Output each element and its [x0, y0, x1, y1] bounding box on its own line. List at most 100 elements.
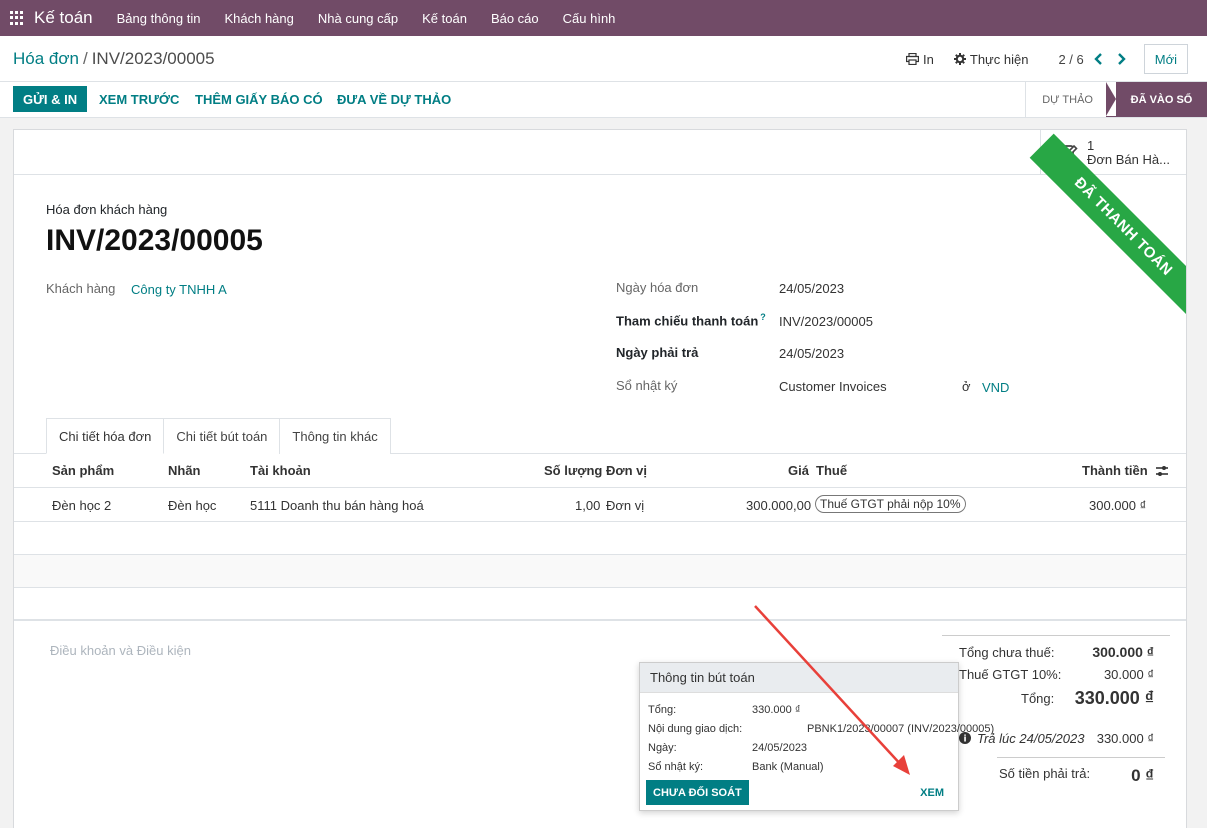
- cell-label: Đèn học: [168, 498, 217, 513]
- popover-date-label: Ngày:: [648, 742, 677, 754]
- pager-value[interactable]: 2 / 6: [1058, 52, 1083, 67]
- pager-next-icon[interactable]: [1114, 52, 1128, 66]
- print-button[interactable]: In: [906, 52, 934, 67]
- journal-field[interactable]: Customer Invoices: [779, 379, 887, 394]
- tab-journal-items[interactable]: Chi tiết bút toán: [163, 418, 281, 454]
- column-quantity[interactable]: Số lượng: [544, 463, 602, 478]
- button-box: 1 Đơn Bán Hà...: [14, 130, 1186, 175]
- popover-amount: 330.000 ₫: [752, 704, 801, 716]
- nav-reporting[interactable]: Báo cáo: [491, 11, 539, 26]
- breadcrumb: Hóa đơn / INV/2023/00005: [13, 49, 215, 69]
- customer-field[interactable]: Công ty TNHH A: [131, 282, 227, 297]
- svg-text:i: i: [963, 735, 966, 745]
- unreconcile-button[interactable]: Chưa đối soát: [646, 780, 749, 805]
- app-brand[interactable]: Kế toán: [34, 8, 93, 28]
- due-date-label: Ngày phải trả: [616, 345, 699, 360]
- apps-menu-icon[interactable]: [10, 11, 24, 25]
- empty-row: [14, 588, 1186, 621]
- empty-row: [14, 522, 1186, 555]
- column-label[interactable]: Nhãn: [168, 463, 201, 478]
- column-subtotal[interactable]: Thành tiền: [1082, 463, 1148, 478]
- cell-subtotal: 300.000 ₫: [1089, 498, 1147, 513]
- gear-icon: [953, 53, 966, 65]
- popover-journal-label: Sổ nhật ký:: [648, 761, 704, 773]
- cell-quantity: 1,00: [575, 498, 601, 513]
- popover-title: Thông tin bút toán: [640, 663, 958, 693]
- popover-journal: Bank (Manual): [752, 761, 824, 773]
- breadcrumb-separator: /: [82, 49, 88, 68]
- untaxed-amount: 300.000 ₫: [1092, 644, 1154, 660]
- document-type: Hóa đơn khách hàng: [46, 202, 168, 217]
- help-tooltip-icon[interactable]: ?: [760, 312, 766, 322]
- print-label: In: [923, 51, 934, 67]
- control-panel: Hóa đơn / INV/2023/00005 In Thực hiện 2 / …: [0, 36, 1207, 82]
- nav-accounting[interactable]: Kế toán: [422, 11, 467, 26]
- untaxed-label: Tổng chưa thuế:: [959, 645, 1055, 660]
- cell-product: Đèn học 2: [52, 498, 112, 513]
- amount-due-label: Số tiền phải trả:: [999, 766, 1091, 781]
- currency-field[interactable]: VND: [982, 380, 1009, 395]
- status-bar: Gửi & In Xem trước Thêm giấy báo có Đưa …: [0, 82, 1207, 118]
- terms-conditions-field[interactable]: Điều khoản và Điều kiện: [50, 643, 191, 658]
- amount-due: 0 ₫: [1131, 766, 1154, 785]
- table-row[interactable]: Đèn học 2 Đèn học 5111 Doanh thu bán hàn…: [14, 488, 1186, 522]
- stage-notch: [1106, 82, 1116, 116]
- tax-label: Thuế GTGT 10%:: [959, 667, 1062, 682]
- payment-reference-field[interactable]: INV/2023/00005: [779, 314, 873, 329]
- column-product[interactable]: Sản phẩm: [52, 463, 114, 478]
- journal-label: Sổ nhật ký: [616, 378, 678, 393]
- action-button[interactable]: Thực hiện: [953, 52, 1028, 67]
- breadcrumb-parent[interactable]: Hóa đơn: [13, 49, 79, 68]
- view-payment-link[interactable]: Xem: [920, 787, 944, 799]
- totals-divider: [997, 757, 1165, 758]
- notebook-tabs: Chi tiết hóa đơn Chi tiết bút toán Thông…: [46, 418, 391, 454]
- customer-label: Khách hàng: [46, 281, 116, 296]
- pager-previous-icon[interactable]: [1092, 52, 1106, 66]
- add-credit-note-button[interactable]: Thêm giấy báo có: [185, 86, 333, 112]
- payment-amount: 330.000 ₫: [1096, 731, 1154, 746]
- column-uom[interactable]: Đơn vị: [606, 463, 647, 478]
- column-account[interactable]: Tài khoản: [250, 463, 311, 478]
- currency-prefix: ở: [962, 379, 971, 394]
- form-sheet: 1 Đơn Bán Hà... Đã thanh toán Hóa đơn kh…: [13, 129, 1187, 828]
- popover-date: 24/05/2023: [752, 742, 808, 754]
- total-label: Tổng:: [1021, 691, 1055, 706]
- tax-amount: 30.000 ₫: [1103, 667, 1154, 682]
- cell-uom: Đơn vị: [606, 498, 645, 513]
- print-icon: [906, 53, 920, 65]
- payment-info-popover: Thông tin bút toán Tổng: 330.000 ₫ Nội d…: [639, 662, 994, 811]
- send-print-button[interactable]: Gửi & In: [13, 86, 88, 112]
- top-navbar: Kế toán Bảng thông tin Khách hàng Nhà cu…: [0, 0, 1207, 36]
- cell-account: 5111 Doanh thu bán hàng hoá: [250, 498, 424, 513]
- popover-amount-label: Tổng:: [648, 704, 677, 716]
- smart-button-label: Đơn Bán Hà...: [1087, 151, 1170, 167]
- total-amount: 330.000 ₫: [1074, 688, 1154, 708]
- tax-badge: Thuế GTGT phải nộp 10%: [815, 495, 966, 513]
- stage-posted[interactable]: Đã vào sổ: [1106, 82, 1207, 117]
- nav-configuration[interactable]: Cấu hình: [563, 11, 616, 26]
- payment-reference-label-text: Tham chiếu thanh toán: [616, 313, 759, 329]
- tab-other-info[interactable]: Thông tin khác: [279, 418, 391, 454]
- popover-memo-label: Nội dung giao dịch:: [648, 723, 743, 735]
- stage-posted-label: Đã vào sổ: [1130, 93, 1193, 106]
- column-taxes[interactable]: Thuế: [816, 463, 847, 478]
- due-date-field[interactable]: 24/05/2023: [779, 346, 844, 361]
- tab-invoice-lines[interactable]: Chi tiết hóa đơn: [46, 418, 165, 454]
- nav-dashboard[interactable]: Bảng thông tin: [117, 11, 201, 26]
- new-button[interactable]: Mới: [1143, 44, 1188, 74]
- optional-columns-icon[interactable]: [1155, 464, 1169, 478]
- preview-button[interactable]: Xem trước: [89, 86, 189, 112]
- invoice-date-label: Ngày hóa đơn: [616, 280, 699, 295]
- document-title: INV/2023/00005: [46, 224, 263, 257]
- invoice-lines-header: Sản phẩm Nhãn Tài khoản Số lượng Đơn vị …: [14, 454, 1186, 488]
- column-price[interactable]: Giá: [788, 463, 809, 478]
- invoice-date-field[interactable]: 24/05/2023: [779, 281, 844, 296]
- totals-block: Tổng chưa thuế: 300.000 ₫ Thuế GTGT 10%:…: [942, 635, 1170, 785]
- stage-draft[interactable]: Dự thảo: [1025, 82, 1107, 117]
- nav-customers[interactable]: Khách hàng: [224, 11, 293, 26]
- nav-vendors[interactable]: Nhà cung cấp: [318, 11, 398, 26]
- empty-row: [14, 555, 1186, 588]
- cell-price: 300.000,00: [746, 498, 812, 513]
- popover-memo: PBNK1/2023/00007 (INV/2023/00005): [807, 723, 995, 735]
- reset-to-draft-button[interactable]: Đưa về dự thảo: [327, 86, 461, 112]
